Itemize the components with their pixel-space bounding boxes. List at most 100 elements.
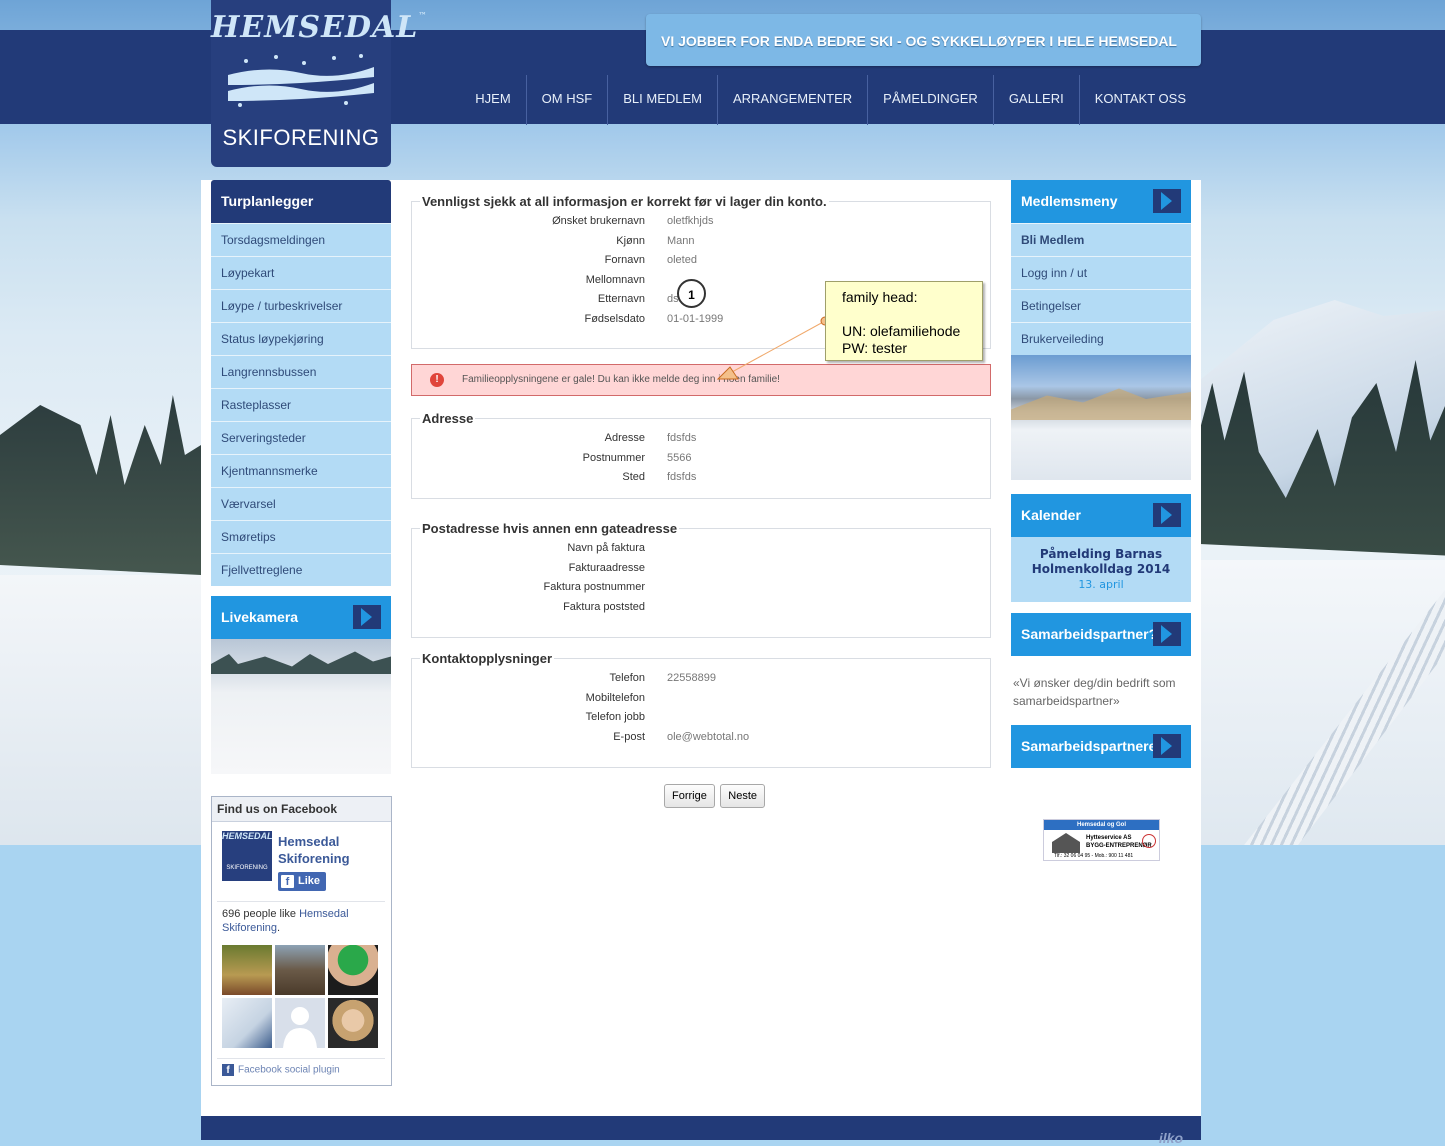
slogan-banner: VI JOBBER FOR ENDA BEDRE SKI - OG SYKKEL… [646, 14, 1201, 66]
medlemsmeny-header[interactable]: Medlemsmeny [1011, 180, 1191, 223]
nav-bli-medlem[interactable]: BLI MEDLEM [607, 75, 717, 125]
fan-avatar-placeholder[interactable] [275, 998, 325, 1048]
sidebar-item-bli-medlem[interactable]: Bli Medlem [1011, 223, 1191, 256]
next-button[interactable]: Neste [720, 784, 766, 808]
form-row: Telefon 22558899 [412, 672, 990, 692]
top-navigation: HJEM OM HSF BLI MEDLEM ARRANGEMENTER PÅM… [460, 75, 1201, 125]
form-row: Faktura postnummer [412, 581, 990, 601]
certification-badge-icon [1142, 834, 1156, 848]
samarbeidspartnere-header[interactable]: Samarbeidspartnere [1011, 725, 1191, 768]
error-icon: ! [430, 373, 444, 387]
field-label: Fornavn [604, 254, 645, 266]
facebook-widget-title: Find us on Facebook [212, 797, 391, 822]
form-buttons: Forrige Neste [664, 784, 766, 808]
calendar-event-date: 13. april [1078, 578, 1124, 591]
nav-kontakt-oss[interactable]: KONTAKT OSS [1078, 75, 1201, 125]
logo-bottom-text: SKIFORENING [222, 125, 380, 150]
form-row: Adresse fdsfds [412, 432, 990, 452]
site-logo[interactable]: HEMSEDAL™ SKIFORENING [211, 0, 426, 167]
facebook-icon: f [281, 875, 294, 888]
contact-legend: Kontaktopplysninger [422, 651, 553, 666]
field-value: 01-01-1999 [667, 312, 724, 325]
kalender-header[interactable]: Kalender [1011, 494, 1191, 537]
annotation-line1: family head: [842, 289, 918, 305]
field-label: Kjønn [616, 234, 645, 247]
ad-phone: Tlf.: 32 06 04 95 - Mob.: 900 11 481 [1054, 853, 1134, 859]
facebook-widget: Find us on Facebook HEMSEDAL SKIFORENING … [211, 796, 392, 1086]
address-fieldset: Adresse Adresse fdsfds Postnummer 5566 Ste… [411, 411, 991, 499]
facebook-avatar-logo-sub: SKIFORENING [226, 865, 268, 871]
facebook-count-suffix: . [277, 922, 281, 934]
fan-avatar[interactable] [275, 945, 325, 995]
address-legend: Adresse [422, 411, 474, 426]
field-label: Ønsket brukernavn [552, 215, 645, 227]
fan-avatar[interactable] [328, 998, 378, 1048]
facebook-like-button[interactable]: f Like [278, 872, 326, 891]
livekamera-image[interactable] [211, 639, 391, 774]
annotation-note: family head: UN: olefamiliehode PW: test… [825, 281, 983, 361]
sidebar-item-langrennsbussen[interactable]: Langrennsbussen [211, 355, 391, 388]
field-label: Sted [622, 471, 645, 483]
field-value: oletfkhjds [667, 215, 714, 227]
facebook-like-count: 696 people like Hemsedal Skiforening. [222, 907, 382, 935]
sidebar-item-rasteplasser[interactable]: Rasteplasser [211, 388, 391, 421]
fan-avatar[interactable] [328, 945, 378, 995]
background-snow-left [0, 575, 201, 845]
fan-avatar[interactable] [222, 998, 272, 1048]
field-value: 5566 [667, 451, 692, 464]
field-label: Mellomnavn [585, 273, 645, 286]
field-label: Fødselsdato [584, 312, 645, 325]
field-value: 22558899 [667, 672, 716, 684]
footer: ilko [201, 1116, 1201, 1146]
facebook-page-name[interactable]: Hemsedal Skiforening [278, 833, 378, 867]
sidebar-item-vaervarsel[interactable]: Værvarsel [211, 487, 391, 520]
left-sidebar: Turplanlegger Torsdagsmeldingen Løypekar… [211, 180, 391, 774]
sidebar-item-kjentmannsmerke[interactable]: Kjentmannsmerke [211, 454, 391, 487]
form-row: Telefon jobb [412, 711, 990, 731]
field-value: oleted [667, 254, 697, 266]
previous-button[interactable]: Forrige [664, 784, 715, 808]
field-label: Telefon jobb [585, 711, 645, 723]
samarbeidspartnere-title: Samarbeidspartnere [1021, 738, 1157, 754]
calendar-event-title: Påmelding Barnas Holmenkolldag 2014 [1031, 547, 1171, 576]
fan-avatar[interactable] [222, 945, 272, 995]
postal-fieldset: Postadresse hvis annen enn gateadresse N… [411, 521, 991, 638]
field-label: Fakturaadresse [568, 561, 645, 574]
sidebar-item-torsdagsmeldingen[interactable]: Torsdagsmeldingen [211, 223, 391, 256]
logo-waves-icon [228, 54, 374, 107]
contact-fieldset: Kontaktopplysninger Telefon 22558899 Mobi… [411, 651, 991, 768]
form-row: E-post ole@webtotal.no [412, 731, 990, 751]
sidebar-item-serveringsteder[interactable]: Serveringsteder [211, 421, 391, 454]
field-label: Faktura poststed [563, 600, 645, 613]
partner-invitation: «Vi ønsker deg/din bedrift som samarbeid… [1013, 676, 1176, 708]
field-label: Etternavn [597, 293, 645, 305]
samarbeidspartner-header[interactable]: Samarbeidspartner? [1011, 613, 1191, 656]
nav-galleri[interactable]: GALLERI [992, 75, 1079, 125]
sidebar-item-turbeskrivelser[interactable]: Løype / turbeskrivelser [211, 289, 391, 322]
sidebar-item-brukerveileding[interactable]: Brukerveileding [1011, 322, 1191, 355]
samarbeidspartner-title: Samarbeidspartner? [1021, 626, 1158, 642]
livekamera-header[interactable]: Livekamera [211, 596, 391, 639]
field-label: E-post [613, 730, 645, 743]
facebook-page-avatar[interactable]: HEMSEDAL SKIFORENING [222, 831, 273, 881]
sidebar-item-fjellvettreglene[interactable]: Fjellvettreglene [211, 553, 391, 586]
nav-hjem[interactable]: HJEM [460, 75, 525, 125]
footer-mark: ilko [1158, 1130, 1183, 1146]
field-value: Mann [667, 234, 695, 247]
partner-ad-banner[interactable]: Hemsedal og Gol Hytteservice AS BYGG-ENTR… [1043, 819, 1160, 861]
arrow-right-icon [1153, 503, 1181, 527]
nav-pameldinger[interactable]: PÅMELDINGER [867, 75, 993, 125]
sidebar-item-logg-inn[interactable]: Logg inn / ut [1011, 256, 1191, 289]
sidebar-item-loypekart[interactable]: Løypekart [211, 256, 391, 289]
calendar-event[interactable]: Påmelding Barnas Holmenkolldag 2014 13. … [1011, 537, 1191, 602]
member-menu: Bli Medlem Logg inn / ut Betingelser Bru… [1011, 223, 1191, 355]
facebook-plugin-credit[interactable]: f Facebook social plugin [222, 1064, 340, 1076]
sidebar-item-smoretips[interactable]: Smøretips [211, 520, 391, 553]
sidebar-item-status-loypekjoring[interactable]: Status løypekjøring [211, 322, 391, 355]
nav-om-hsf[interactable]: OM HSF [525, 75, 608, 125]
field-label: Postnummer [582, 451, 645, 464]
annotation-line3: PW: tester [842, 340, 908, 356]
sidebar-item-betingelser[interactable]: Betingelser [1011, 289, 1191, 322]
error-text: Familieopplysningene er gale! Du kan ikk… [462, 374, 780, 385]
nav-arrangementer[interactable]: ARRANGEMENTER [716, 75, 867, 125]
